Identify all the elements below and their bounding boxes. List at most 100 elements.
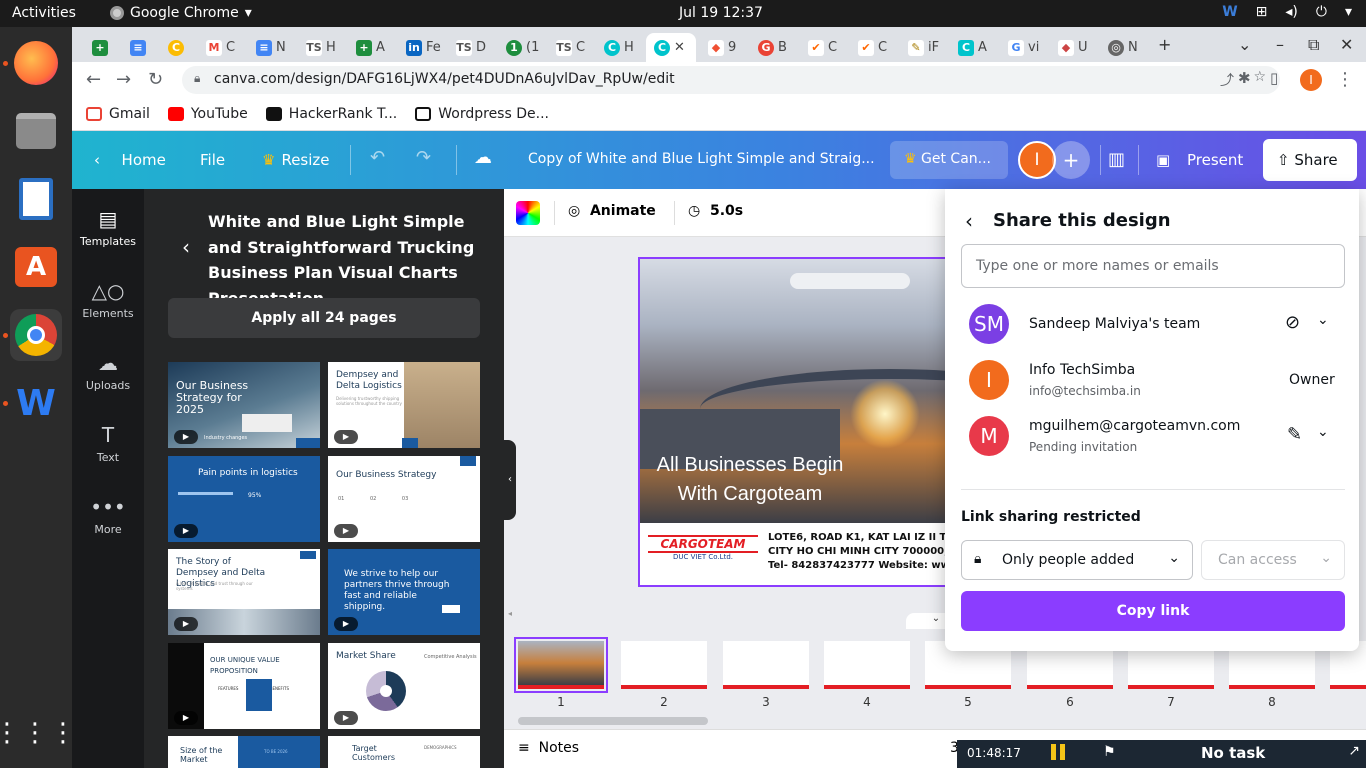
writer-icon[interactable] — [10, 173, 62, 225]
tab[interactable]: Gvi — [1000, 33, 1039, 62]
hidden-eye-icon[interactable]: ⊘ — [1285, 312, 1300, 333]
get-canva-pro-button[interactable]: ♛ Get Can... — [890, 141, 1008, 179]
tab[interactable]: TS H — [298, 33, 336, 62]
share-icon[interactable]: ⤴ — [1220, 70, 1234, 90]
resize-button[interactable]: ♛ Resize — [262, 151, 330, 169]
back-button[interactable]: ← — [86, 69, 101, 90]
cloud-saved-icon[interactable]: ☁ — [474, 147, 492, 168]
system-tray[interactable]: W ⊞ ◂) ⏻ ▾ — [1222, 4, 1352, 20]
files-icon[interactable] — [10, 105, 62, 157]
color-swatch-icon[interactable] — [516, 201, 540, 225]
cargoteam-logo[interactable]: CARGOTEAM DUC VIET Co.Ltd. — [648, 535, 758, 561]
sidepanel-icon[interactable]: ▯ — [1270, 69, 1278, 87]
rail-templates[interactable]: ▤ Templates — [72, 207, 144, 248]
tab[interactable]: CH — [596, 33, 634, 62]
tab[interactable]: in Fe — [398, 33, 441, 62]
template-thumbnail[interactable]: Our Business Strategy 01 02 03 ▶ — [328, 456, 480, 542]
tab[interactable]: ✔ C — [850, 33, 887, 62]
template-thumbnail[interactable]: The Story of Dempsey and Delta Logistics… — [168, 549, 320, 635]
close-window-button[interactable]: ✕ — [1340, 35, 1353, 54]
timing-button[interactable]: ◷ 5.0s — [688, 203, 743, 219]
undo-button[interactable]: ↶ — [370, 147, 385, 168]
activities-button[interactable]: Activities — [12, 5, 76, 21]
tab[interactable]: TS C — [548, 33, 585, 62]
extensions-icon[interactable]: ✱ — [1238, 69, 1251, 87]
notes-button[interactable]: ≡ Notes — [518, 740, 579, 756]
page-thumbnail[interactable] — [723, 641, 809, 689]
back-chevron-icon[interactable]: ‹ — [182, 235, 190, 259]
tab[interactable]: 1 (1 — [498, 33, 539, 62]
copy-link-button[interactable]: Copy link — [961, 591, 1345, 631]
tab[interactable]: ◆ U — [1050, 33, 1088, 62]
chevron-down-icon[interactable]: ⌄ — [1317, 424, 1329, 440]
bookmark-hackerrank[interactable]: HackerRank T... — [265, 106, 397, 122]
strip-scrollbar[interactable] — [518, 717, 708, 725]
url-input[interactable]: 🔒︎ canva.com/design/DAFG16LjWX4/pet4DUDn… — [182, 66, 1280, 94]
template-thumbnail[interactable]: OUR UNIQUE VALUE PROPOSITION FEATURES BE… — [168, 643, 320, 729]
bookmark-youtube[interactable]: YouTube — [167, 106, 248, 122]
tab[interactable]: ≡ N — [248, 33, 286, 62]
app-menu[interactable]: Google Chrome ▾ — [110, 5, 252, 21]
tab[interactable]: ◆ 9 — [700, 33, 736, 62]
template-thumbnail[interactable]: We strive to help our partners thrive th… — [328, 549, 480, 635]
minimize-button[interactable]: – — [1276, 35, 1284, 54]
template-thumbnail[interactable]: Dempsey and Delta Logistics Delivering t… — [328, 362, 480, 448]
tab[interactable]: ≡ — [122, 33, 146, 62]
collapse-panel-handle[interactable]: ‹ — [504, 440, 516, 520]
tab[interactable]: + A — [348, 33, 385, 62]
close-icon[interactable]: ✕ — [674, 40, 685, 55]
rail-more[interactable]: ••• More — [72, 495, 144, 536]
page-thumbnail-active[interactable] — [514, 637, 608, 693]
tab[interactable]: ✔ C — [800, 33, 837, 62]
tab[interactable]: TS D — [448, 33, 486, 62]
insights-chart-icon[interactable]: ▥ — [1108, 149, 1125, 170]
rail-elements[interactable]: △○ Elements — [72, 279, 144, 320]
slide-address[interactable]: LOTE6, ROAD K1, KAT LAI IZ II THAN CITY … — [768, 531, 971, 573]
software-store-icon[interactable]: A — [10, 241, 62, 293]
flag-icon[interactable]: ⚑ — [1103, 744, 1116, 760]
animate-button[interactable]: ◎ Animate — [568, 203, 656, 219]
reload-button[interactable]: ↻ — [148, 69, 163, 90]
tab[interactable]: CA — [950, 33, 987, 62]
menu-icon[interactable]: ⋮ — [1336, 69, 1354, 90]
tab[interactable]: + — [84, 33, 108, 62]
maximize-button[interactable]: ⧉ — [1308, 35, 1319, 55]
chevron-down-icon[interactable]: ⌄ — [1317, 312, 1329, 328]
tab[interactable]: ◎ N — [1100, 33, 1138, 62]
forward-button[interactable]: → — [116, 69, 131, 90]
slide-headline[interactable]: All Businesses Begin With Cargoteam — [650, 451, 850, 509]
new-tab-button[interactable]: + — [1158, 35, 1171, 54]
bookmark-star-icon[interactable]: ☆ — [1253, 69, 1266, 85]
firefox-icon[interactable] — [10, 37, 62, 89]
wave-app-icon[interactable]: W — [10, 377, 62, 429]
horizontal-scroll-left[interactable]: ◂ — [508, 609, 512, 618]
profile-avatar[interactable]: I — [1300, 69, 1322, 91]
tab[interactable]: ✎ iF — [900, 33, 939, 62]
bookmark-wordpress[interactable]: Wordpress De... — [415, 106, 549, 122]
bookmark-gmail[interactable]: Gmail — [86, 106, 150, 122]
redo-button[interactable]: ↷ — [416, 147, 431, 168]
present-button[interactable]: ▣ Present — [1156, 151, 1243, 169]
template-thumbnail[interactable]: Our Business Strategy for 2025 Industry … — [168, 362, 320, 448]
pencil-edit-icon[interactable]: ✎ — [1287, 424, 1302, 445]
apply-all-pages-button[interactable]: Apply all 24 pages — [168, 298, 480, 338]
design-title[interactable]: Copy of White and Blue Light Simple and … — [528, 151, 875, 167]
template-thumbnail[interactable]: Target Customers DEMOGRAPHICS — [328, 736, 480, 768]
rail-uploads[interactable]: ☁ Uploads — [72, 351, 144, 392]
tab[interactable]: MC — [198, 33, 235, 62]
page-thumbnail[interactable] — [621, 641, 707, 689]
page-thumbnail[interactable] — [824, 641, 910, 689]
share-button[interactable]: ⇧ Share — [1263, 139, 1357, 181]
open-external-icon[interactable]: ↗ — [1348, 743, 1360, 759]
add-people-button[interactable]: + — [1052, 141, 1090, 179]
template-thumbnail[interactable]: Market Share Competitive Analysis ▶ — [328, 643, 480, 729]
tab-search-chevron-icon[interactable]: ⌄ — [1238, 35, 1251, 54]
tab-active-canva[interactable]: C ✕ — [646, 33, 696, 62]
back-chevron-icon[interactable]: ‹ — [965, 209, 973, 233]
rail-text[interactable]: T Text — [72, 423, 144, 464]
tab[interactable]: C — [160, 33, 184, 62]
template-thumbnail[interactable]: Pain points in logistics 95% ▶ — [168, 456, 320, 542]
show-apps-icon[interactable]: ⋮⋮⋮ — [0, 707, 76, 759]
pause-icon[interactable] — [1051, 744, 1065, 760]
task-label[interactable]: No task — [1201, 744, 1265, 762]
